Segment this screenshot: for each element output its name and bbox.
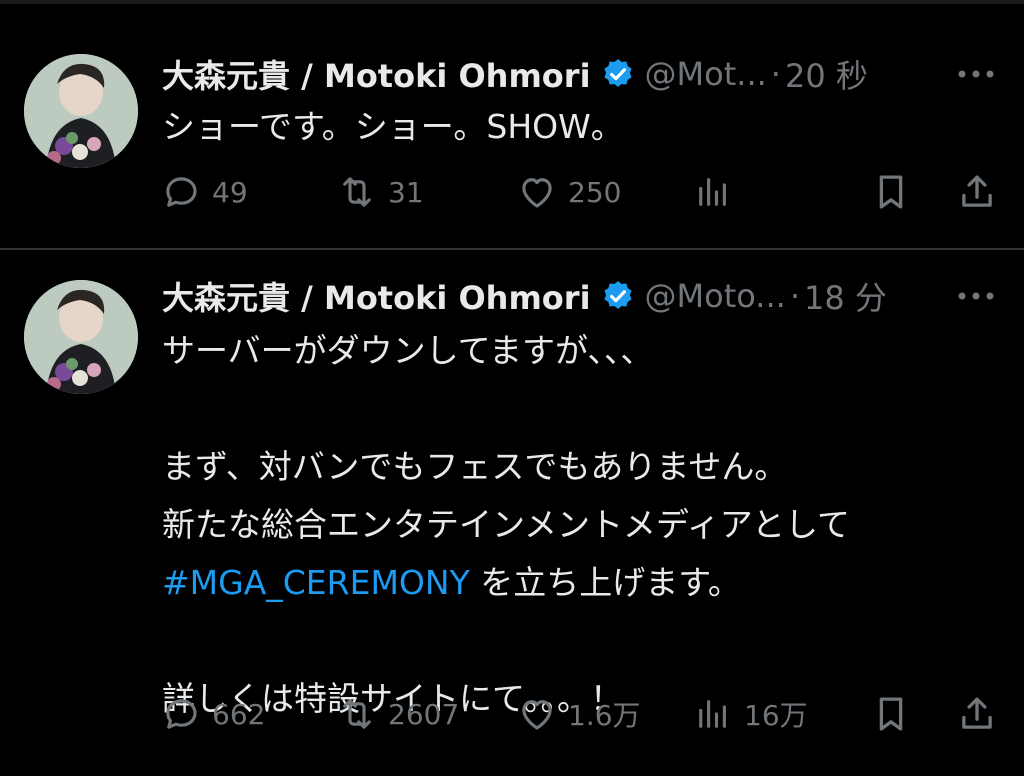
hashtag-link[interactable]: #MGA_CEREMONY — [162, 563, 470, 602]
like-icon — [522, 178, 552, 208]
views-count: 16万 — [744, 699, 808, 732]
views-button[interactable]: 16万 — [692, 691, 808, 737]
tweet-text: サーバーがダウンしてますが、、、 まず、対バンでもフェスでもありません。 新たな… — [162, 322, 850, 728]
action-bar: 49 31 250 — [160, 169, 1000, 215]
avatar[interactable] — [24, 280, 138, 394]
tweet-header: 大森元貴 / Motoki Ohmori @Mot... · 20 秒 — [162, 52, 868, 96]
reply-count: 49 — [212, 175, 248, 209]
retweet-icon — [343, 177, 371, 207]
tweet-text-line: ショーです。ショー。SHOW。 — [162, 107, 624, 146]
separator-dot: · — [789, 277, 800, 315]
like-count: 1.6万 — [568, 699, 641, 732]
action-bar: 662 2607 1.6万 16万 — [160, 691, 1000, 737]
views-icon — [699, 700, 726, 728]
timestamp[interactable]: 18 分 — [804, 273, 887, 319]
reply-button[interactable]: 49 — [160, 169, 248, 215]
verified-badge-icon — [603, 59, 632, 87]
tweet-text-line: 新たな総合エンタテインメントメディアとして — [162, 505, 851, 544]
like-button[interactable]: 250 — [516, 169, 621, 215]
retweet-count: 2607 — [388, 697, 460, 731]
tweet-text-line: サーバーがダウンしてますが、、、 — [162, 331, 654, 370]
display-name[interactable]: 大森元貴 / Motoki Ohmori — [162, 51, 591, 97]
verified-badge-icon — [603, 281, 632, 309]
avatar[interactable] — [24, 54, 138, 168]
handle[interactable]: @Moto... — [645, 277, 786, 315]
timestamp[interactable]: 20 秒 — [785, 51, 868, 97]
bookmark-icon — [879, 697, 903, 731]
tweet-text-fragment: を立ち上げます。 — [469, 563, 741, 602]
tweet-text-line: #MGA_CEREMONY を立ち上げます。 — [162, 554, 850, 612]
views-button[interactable] — [692, 169, 744, 215]
share-icon — [962, 175, 992, 207]
bookmark-icon — [879, 175, 903, 209]
retweet-button[interactable]: 2607 — [336, 691, 459, 737]
reply-count: 662 — [212, 697, 266, 731]
like-button[interactable]: 1.6万 — [516, 691, 641, 737]
like-icon — [522, 700, 552, 730]
tweet-text: ショーです。ショー。SHOW。 — [162, 98, 624, 156]
retweet-button[interactable]: 31 — [336, 169, 424, 215]
more-icon[interactable] — [955, 64, 997, 84]
bookmark-button[interactable] — [870, 169, 912, 215]
tweet[interactable]: 大森元貴 / Motoki Ohmori @Moto... · 18 分 サーバ… — [0, 250, 1024, 776]
tweet-text-line: まず、対バンでもフェスでもありません。 — [162, 447, 788, 486]
like-count: 250 — [568, 175, 622, 209]
separator-dot: · — [770, 55, 781, 93]
reply-icon — [166, 177, 197, 207]
reply-button[interactable]: 662 — [160, 691, 265, 737]
more-icon[interactable] — [955, 286, 997, 306]
share-button[interactable] — [956, 691, 998, 737]
share-icon — [962, 697, 992, 729]
tweet[interactable]: 大森元貴 / Motoki Ohmori @Mot... · 20 秒 ショーで… — [0, 4, 1024, 248]
retweet-icon — [343, 699, 371, 729]
retweet-count: 31 — [388, 175, 424, 209]
share-button[interactable] — [956, 169, 998, 215]
bookmark-button[interactable] — [870, 691, 912, 737]
display-name[interactable]: 大森元貴 / Motoki Ohmori — [162, 273, 591, 319]
views-icon — [699, 178, 726, 206]
handle[interactable]: @Mot... — [645, 55, 767, 93]
tweet-header: 大森元貴 / Motoki Ohmori @Moto... · 18 分 — [162, 274, 887, 318]
reply-icon — [166, 699, 197, 729]
